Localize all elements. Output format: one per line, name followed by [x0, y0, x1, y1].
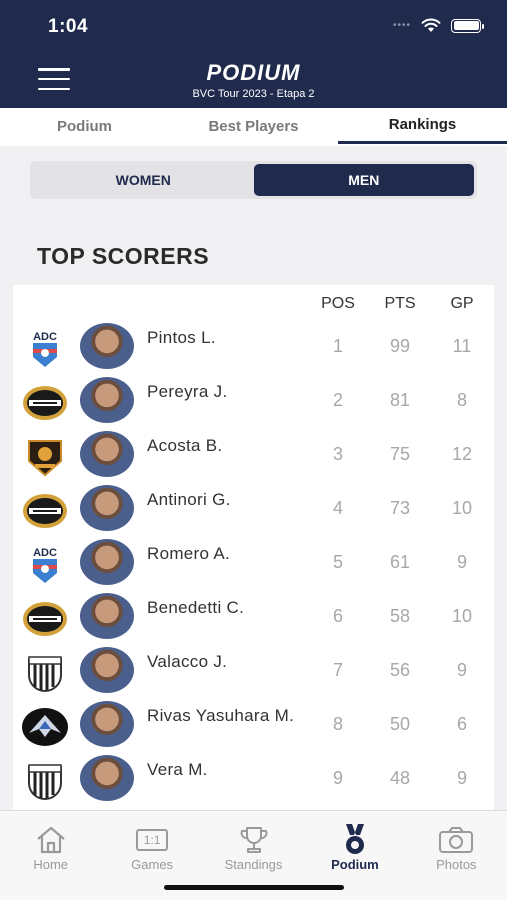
gender-toggle: WOMEN MEN	[30, 161, 477, 199]
camera-icon	[406, 823, 507, 857]
stat-pos: 8	[332, 714, 343, 734]
avatar	[80, 539, 134, 585]
stat-pos: 3	[332, 444, 343, 464]
column-header-pos: POS	[321, 295, 355, 312]
team-logo	[21, 597, 69, 641]
player-name: Pereyra J.	[147, 382, 228, 401]
team-logo	[21, 381, 69, 425]
avatar	[80, 377, 134, 423]
column-header-gp: GP	[450, 295, 474, 312]
stat-pts: 61	[389, 552, 411, 572]
page-subtitle: BVC Tour 2023 - Etapa 2	[192, 88, 315, 100]
player-name: Rivas Yasuhara M.	[147, 706, 295, 725]
status-icons: ••••	[392, 18, 484, 33]
player-name: Antinori G.	[147, 490, 231, 509]
table-row[interactable]: ADC Romero A. 5 61 9	[13, 536, 494, 590]
stat-pos: 1	[332, 336, 343, 356]
table-row[interactable]: Antinori G. 4 73 10	[13, 482, 494, 536]
stat-pts: 73	[389, 498, 411, 518]
tabbar-podium-label: Podium	[331, 857, 379, 872]
stat-pts: 48	[389, 768, 411, 788]
player-name: Pintos L.	[147, 328, 216, 347]
player-name: Benedetti C.	[147, 598, 245, 617]
tabbar-home-label: Home	[33, 857, 69, 872]
table-row[interactable]: Vera M. 9 48 9	[13, 752, 494, 806]
tabbar-photos-label: Photos	[436, 857, 477, 872]
stat-gp: 10	[451, 606, 473, 626]
team-logo	[21, 759, 69, 803]
player-name: Vera M.	[147, 760, 208, 779]
avatar	[80, 431, 134, 477]
page-title: PODIUM	[206, 60, 301, 85]
stat-pos: 4	[332, 498, 343, 518]
stat-pos: 9	[332, 768, 343, 788]
stat-pts: 75	[389, 444, 411, 464]
tabbar-photos[interactable]: Photos	[406, 811, 507, 900]
stat-gp: 12	[451, 444, 473, 464]
stat-gp: 10	[451, 498, 473, 518]
section-title: TOP SCORERS	[37, 243, 210, 269]
wifi-icon	[421, 18, 441, 32]
rankings-table: POS PTS GP ADC Pintos L. 1 99 11 Pereyra J. 2 8…	[13, 285, 494, 810]
player-name: Romero A.	[147, 544, 231, 563]
top-tabs: Podium Best Players Rankings	[0, 108, 507, 146]
team-logo: ADC	[21, 327, 69, 371]
table-row[interactable]: Acosta B. 3 75 12	[13, 428, 494, 482]
men-toggle-button[interactable]: MEN	[253, 164, 474, 196]
signal-icon: ••••	[392, 20, 411, 31]
stat-pts: 56	[389, 660, 411, 680]
women-toggle-button[interactable]: WOMEN	[33, 164, 254, 196]
games-icon: 1:1	[101, 823, 202, 857]
avatar	[80, 485, 134, 531]
table-row[interactable]: Pereyra J. 2 81 8	[13, 374, 494, 428]
tab-podium[interactable]: Podium	[0, 108, 169, 146]
battery-icon	[451, 18, 484, 33]
player-name: Acosta B.	[147, 436, 223, 455]
avatar	[80, 593, 134, 639]
tab-best-players[interactable]: Best Players	[169, 108, 338, 146]
games-icon-text: 1:1	[135, 829, 169, 851]
stat-pts: 99	[389, 336, 411, 356]
stat-pos: 2	[332, 390, 343, 410]
table-row[interactable]: Benedetti C. 6 58 10	[13, 590, 494, 644]
svg-text:ADC: ADC	[33, 331, 57, 343]
stat-gp: 11	[452, 336, 472, 356]
stat-pos: 6	[332, 606, 343, 626]
avatar	[80, 323, 134, 369]
avatar	[80, 755, 134, 801]
stat-pos: 7	[332, 660, 343, 680]
tabbar-standings-label: Standings	[224, 857, 283, 872]
trophy-icon	[203, 823, 304, 857]
stat-gp: 8	[456, 390, 467, 410]
svg-text:ADC: ADC	[33, 547, 57, 559]
team-logo	[21, 705, 69, 749]
table-row[interactable]: ADC Pintos L. 1 99 11	[13, 320, 494, 374]
tabbar-home[interactable]: Home	[0, 811, 101, 900]
team-logo	[21, 435, 69, 479]
stat-pts: 58	[389, 606, 411, 626]
table-row[interactable]: Valacco J. 7 56 9	[13, 644, 494, 698]
stat-gp: 9	[456, 768, 467, 788]
app-header: 1:04 •••• PODIUM BVC Tour 2023 - Etapa 2	[0, 0, 507, 108]
home-icon	[0, 823, 101, 857]
stat-pts: 81	[389, 390, 411, 410]
team-logo	[21, 489, 69, 533]
stat-pos: 5	[332, 552, 343, 572]
stat-gp: 9	[456, 660, 467, 680]
tabbar-games-label: Games	[131, 857, 174, 872]
stat-gp: 6	[456, 714, 467, 734]
medal-icon	[304, 823, 405, 857]
player-name: Valacco J.	[147, 652, 228, 671]
stat-gp: 9	[456, 552, 467, 572]
avatar	[80, 647, 134, 693]
home-indicator	[164, 885, 344, 890]
avatar	[80, 701, 134, 747]
table-row[interactable]: Rivas Yasuhara M. 8 50 6	[13, 698, 494, 752]
tab-rankings[interactable]: Rankings	[338, 108, 507, 146]
stat-pts: 50	[389, 714, 411, 734]
status-time: 1:04	[48, 16, 89, 37]
team-logo	[21, 651, 69, 695]
column-header-pts: PTS	[384, 295, 416, 312]
team-logo: ADC	[21, 543, 69, 587]
